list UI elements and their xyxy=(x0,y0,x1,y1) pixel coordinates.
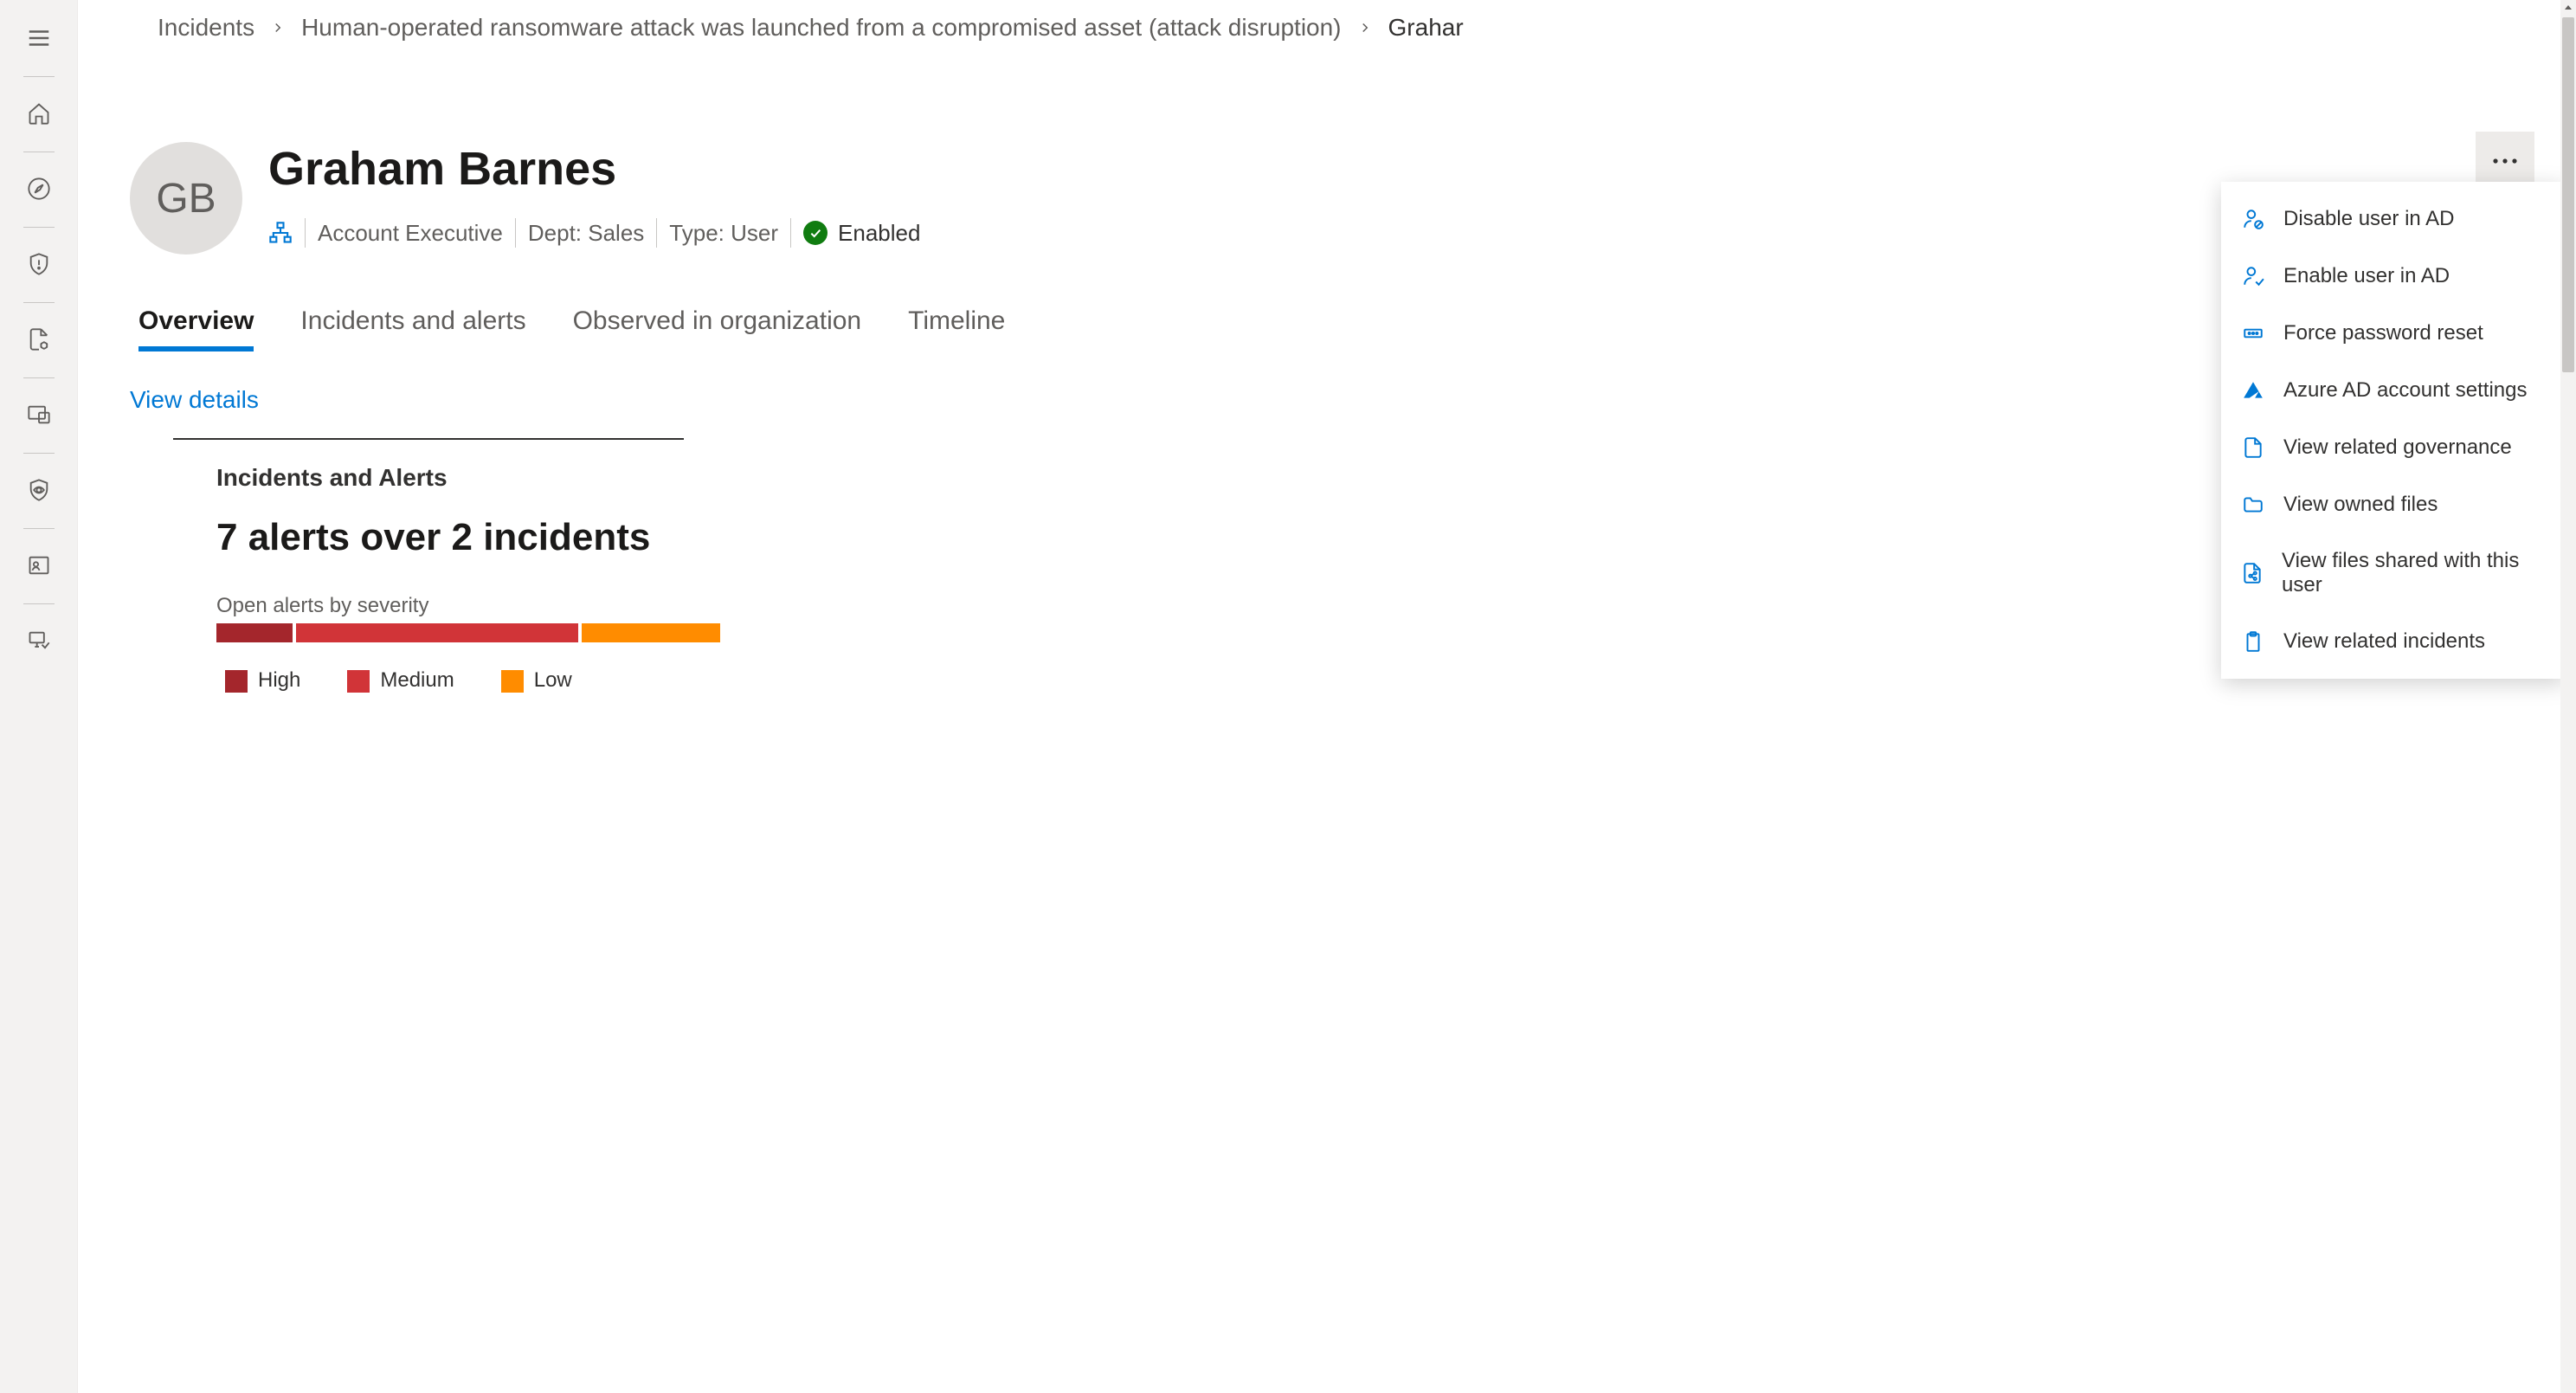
shield-icon[interactable] xyxy=(18,243,60,285)
menu-item-label: View files shared with this user xyxy=(2282,549,2547,597)
user-status: Enabled xyxy=(803,220,920,247)
person-check-icon xyxy=(2240,263,2266,289)
document-gear-icon[interactable] xyxy=(18,319,60,360)
menu-item-enable-ad[interactable]: Enable user in AD xyxy=(2221,248,2566,305)
view-details-link[interactable]: View details xyxy=(130,386,259,413)
menu-item-label: Force password reset xyxy=(2283,321,2483,345)
severity-bar-chart xyxy=(216,623,718,642)
chevron-right-icon xyxy=(1357,20,1373,35)
menu-item-force-reset[interactable]: Force password reset xyxy=(2221,305,2566,362)
document-icon xyxy=(2240,435,2266,461)
menu-item-view-shared[interactable]: View files shared with this user xyxy=(2221,533,2566,613)
menu-item-view-incidents[interactable]: View related incidents xyxy=(2221,613,2566,670)
tab-timeline[interactable]: Timeline xyxy=(908,306,1005,351)
menu-item-azure-settings[interactable]: Azure AD account settings xyxy=(2221,362,2566,419)
user-actions-menu: Disable user in AD Enable user in AD For… xyxy=(2221,182,2566,679)
tabs: Overview Incidents and alerts Observed i… xyxy=(78,255,2576,351)
tab-observed[interactable]: Observed in organization xyxy=(573,306,862,351)
tab-overview[interactable]: Overview xyxy=(138,306,254,351)
menu-item-view-governance[interactable]: View related governance xyxy=(2221,419,2566,476)
user-header: GB Graham Barnes Account Executive Dept:… xyxy=(78,55,2576,255)
legend-low: Low xyxy=(501,668,572,693)
home-icon[interactable] xyxy=(18,93,60,134)
meta-divider xyxy=(790,218,791,248)
legend-medium: Medium xyxy=(347,668,454,693)
person-block-icon xyxy=(2240,206,2266,232)
breadcrumb-item[interactable]: Incidents xyxy=(158,14,254,42)
legend-high-label: High xyxy=(258,668,300,692)
clipboard-icon xyxy=(2240,629,2266,655)
compass-icon[interactable] xyxy=(18,168,60,210)
user-dept: Dept: Sales xyxy=(528,220,644,247)
folder-icon xyxy=(2240,492,2266,518)
rail-separator xyxy=(23,528,55,529)
vertical-scrollbar[interactable] xyxy=(2560,0,2576,1393)
meta-divider xyxy=(305,218,306,248)
severity-segment-high xyxy=(216,623,293,642)
swatch-medium xyxy=(347,670,370,693)
contact-card-icon[interactable] xyxy=(18,545,60,586)
hamburger-icon[interactable] xyxy=(18,17,60,59)
rail-separator xyxy=(23,377,55,378)
user-title-block: Graham Barnes Account Executive Dept: Sa… xyxy=(268,142,2524,248)
user-status-text: Enabled xyxy=(838,220,920,247)
avatar: GB xyxy=(130,142,242,255)
rail-separator xyxy=(23,76,55,77)
shield-eye-icon[interactable] xyxy=(18,469,60,511)
password-icon xyxy=(2240,320,2266,346)
azure-icon xyxy=(2240,377,2266,403)
breadcrumb: Incidents Human-operated ransomware atta… xyxy=(78,0,2576,55)
breadcrumb-item[interactable]: Human-operated ransomware attack was lau… xyxy=(301,14,1341,42)
user-type: Type: User xyxy=(669,220,778,247)
meta-divider xyxy=(515,218,516,248)
menu-item-label: Azure AD account settings xyxy=(2283,378,2527,403)
legend-high: High xyxy=(225,668,300,693)
panel-separator xyxy=(173,438,684,440)
menu-item-disable-ad[interactable]: Disable user in AD xyxy=(2221,190,2566,248)
rail-separator xyxy=(23,302,55,303)
user-name: Graham Barnes xyxy=(268,142,2524,196)
devices-icon[interactable] xyxy=(18,394,60,435)
swatch-low xyxy=(501,670,524,693)
rail-separator xyxy=(23,453,55,454)
swatch-high xyxy=(225,670,248,693)
menu-item-label: Disable user in AD xyxy=(2283,207,2454,231)
menu-item-label: Enable user in AD xyxy=(2283,264,2450,288)
user-role: Account Executive xyxy=(318,220,503,247)
menu-item-view-owned[interactable]: View owned files xyxy=(2221,476,2566,533)
left-nav-rail xyxy=(0,0,78,1393)
document-share-icon xyxy=(2240,560,2264,586)
scrollbar-arrow-up-icon[interactable] xyxy=(2560,0,2576,16)
endpoint-icon[interactable] xyxy=(18,620,60,661)
severity-segment-low xyxy=(582,623,720,642)
legend-medium-label: Medium xyxy=(380,668,454,692)
menu-item-label: View related incidents xyxy=(2283,629,2485,654)
rail-separator xyxy=(23,227,55,228)
main-region: Incidents Human-operated ransomware atta… xyxy=(78,0,2576,1393)
scrollbar-thumb[interactable] xyxy=(2562,17,2574,372)
user-meta: Account Executive Dept: Sales Type: User… xyxy=(268,218,2524,248)
menu-item-label: View owned files xyxy=(2283,493,2438,517)
org-tree-icon[interactable] xyxy=(268,221,293,245)
overview-content: View details Incidents and Alerts 7 aler… xyxy=(78,351,2576,693)
chevron-right-icon xyxy=(270,20,286,35)
meta-divider xyxy=(656,218,657,248)
menu-item-label: View related governance xyxy=(2283,435,2512,460)
legend-low-label: Low xyxy=(534,668,572,692)
check-circle-icon xyxy=(803,221,828,245)
breadcrumb-item-current: Grahar xyxy=(1388,14,1464,42)
rail-separator xyxy=(23,603,55,604)
severity-segment-medium xyxy=(296,623,578,642)
tab-incidents-alerts[interactable]: Incidents and alerts xyxy=(300,306,525,351)
